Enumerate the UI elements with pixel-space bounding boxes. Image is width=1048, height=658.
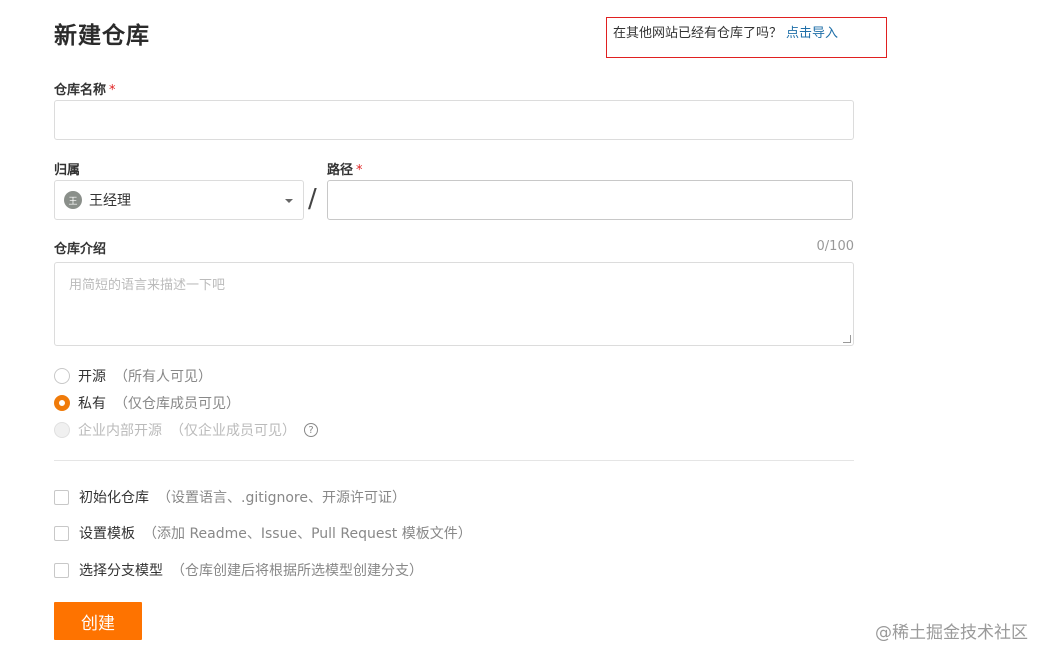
option-template[interactable]: 设置模板 （添加 Readme、Issue、Pull Request 模板文件） (54, 523, 472, 543)
import-prompt: 在其他网站已经有仓库了吗？ (613, 26, 783, 41)
radio-button-checked[interactable] (54, 395, 70, 411)
checkbox[interactable] (54, 489, 69, 505)
option-branch-model[interactable]: 选择分支模型 （仓库创建后将根据所选模型创建分支） (54, 560, 423, 580)
option-init-hint: （设置语言、.gitignore、开源许可证） (157, 490, 406, 506)
owner-selected-value: 王经理 (89, 193, 131, 209)
option-init-label: 初始化仓库 (79, 490, 149, 506)
visibility-private-option[interactable]: 私有 （仅仓库成员可见） (54, 393, 240, 413)
path-input[interactable] (327, 180, 853, 220)
required-mark: * (109, 83, 116, 98)
visibility-internal-label: 企业内部开源 (78, 423, 162, 439)
option-branch-label: 选择分支模型 (79, 563, 163, 579)
visibility-private-label: 私有 (78, 396, 106, 412)
visibility-internal-hint: （仅企业成员可见） (170, 423, 296, 439)
repo-name-input[interactable] (54, 100, 854, 140)
checkbox[interactable] (54, 525, 69, 541)
path-label-text: 路径 (327, 163, 354, 178)
help-icon[interactable]: ? (304, 423, 318, 437)
divider (54, 460, 854, 461)
avatar: 王 (64, 191, 82, 209)
required-mark: * (356, 163, 363, 178)
repo-name-label: 仓库名称 * (54, 79, 116, 98)
description-textarea[interactable]: 用简短的语言来描述一下吧 (54, 262, 854, 346)
description-counter: 0/100 (816, 239, 854, 254)
visibility-internal-option: 企业内部开源 （仅企业成员可见） ? (54, 420, 318, 440)
visibility-private-hint: （仅仓库成员可见） (114, 396, 240, 412)
caret-down-icon (285, 199, 293, 203)
import-link[interactable]: 点击导入 (786, 26, 838, 41)
path-label: 路径 * (327, 159, 363, 178)
create-button[interactable]: 创建 (54, 602, 142, 640)
visibility-public-option[interactable]: 开源 （所有人可见） (54, 366, 212, 386)
option-init-repo[interactable]: 初始化仓库 （设置语言、.gitignore、开源许可证） (54, 487, 406, 507)
owner-label: 归属 (54, 163, 81, 178)
description-label: 仓库介绍 (54, 242, 107, 257)
option-template-label: 设置模板 (79, 526, 135, 542)
path-separator: / (308, 184, 317, 214)
resize-handle-icon[interactable] (843, 335, 851, 343)
watermark: @稀土掘金技术社区 (875, 623, 1028, 643)
visibility-public-label: 开源 (78, 369, 106, 385)
import-callout: 在其他网站已经有仓库了吗？ 点击导入 (606, 17, 887, 58)
visibility-public-hint: （所有人可见） (114, 369, 212, 385)
checkbox[interactable] (54, 562, 69, 578)
page-title: 新建仓库 (54, 23, 150, 49)
radio-button-disabled (54, 422, 70, 438)
owner-select[interactable]: 王 王经理 (54, 180, 304, 220)
radio-button[interactable] (54, 368, 70, 384)
repo-name-label-text: 仓库名称 (54, 83, 107, 98)
option-template-hint: （添加 Readme、Issue、Pull Request 模板文件） (143, 526, 472, 542)
option-branch-hint: （仓库创建后将根据所选模型创建分支） (171, 563, 423, 579)
description-placeholder: 用简短的语言来描述一下吧 (69, 278, 226, 293)
